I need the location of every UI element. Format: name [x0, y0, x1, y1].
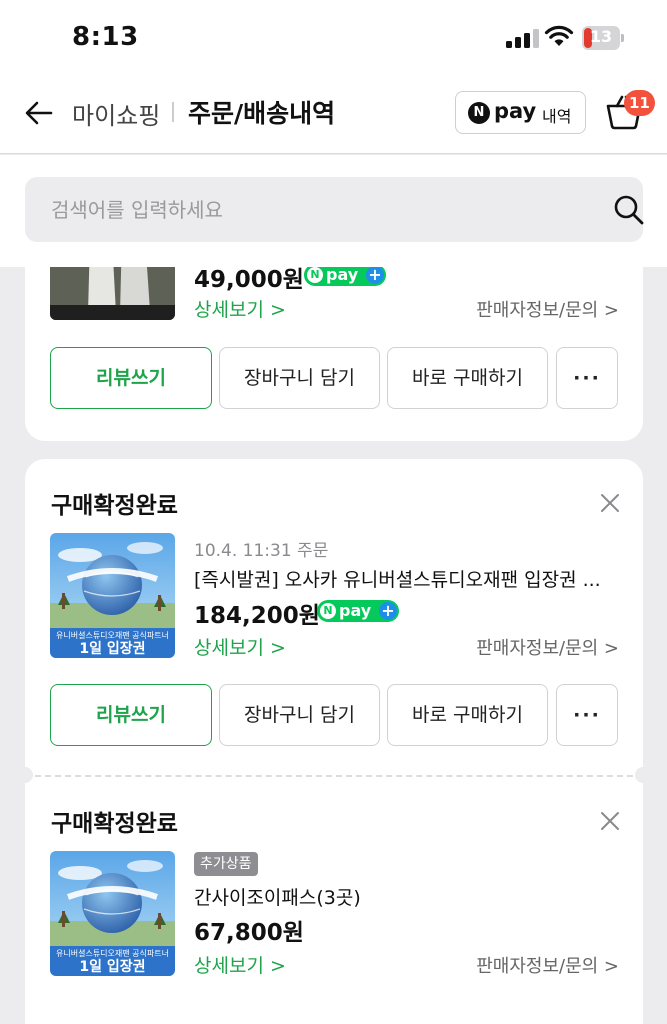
- npay-plus-badge: N pay +: [317, 600, 399, 622]
- wifi-icon: [544, 25, 574, 46]
- npay-plus-badge: N pay +: [304, 267, 386, 286]
- product-name[interactable]: [즉시발권] 오사카 유니버셜스튜디오재팬 입장권 ...: [194, 565, 601, 592]
- seller-info-link[interactable]: 판매자정보/문의 >: [476, 634, 619, 660]
- status-time: 8:13: [72, 22, 139, 52]
- battery-icon: 13: [582, 26, 624, 50]
- detail-link[interactable]: 상세보기 >: [194, 633, 286, 660]
- add-on-tag: 추가상품: [194, 852, 258, 876]
- order-card: 구매확정완료 유니버셜스튜디오재팬 공식파트너 1일 입장권 10.4. 11:…: [25, 459, 643, 1024]
- seller-info-link[interactable]: 판매자정보/문의 >: [476, 952, 619, 978]
- order-date: 10.4. 11:31 주문: [194, 541, 329, 561]
- seller-info-link[interactable]: 판매자정보/문의 >: [476, 296, 619, 322]
- plus-icon: +: [366, 267, 384, 284]
- cellular-signal-icon: [506, 28, 540, 48]
- write-review-button[interactable]: 리뷰쓰기: [50, 347, 212, 409]
- npay-logo-icon: N: [468, 102, 490, 124]
- order-status-title: 구매확정완료: [51, 811, 178, 837]
- order-status-title: 구매확정완료: [51, 493, 178, 519]
- search-input[interactable]: [25, 177, 565, 242]
- search-icon[interactable]: [613, 194, 645, 226]
- npay-history-button[interactable]: N pay 내역: [455, 91, 586, 134]
- product-thumbnail[interactable]: 유니버셜스튜디오재팬 공식파트너 1일 입장권: [50, 533, 175, 658]
- app-header: 마이쇼핑 주문/배송내역 N pay 내역 11: [0, 76, 667, 154]
- arrow-left-icon[interactable]: [24, 98, 54, 128]
- dashed-divider: [25, 775, 643, 777]
- detail-link[interactable]: 상세보기 >: [194, 295, 286, 322]
- battery-level: 13: [589, 27, 613, 46]
- more-options-button[interactable]: ···: [556, 347, 618, 409]
- more-options-button[interactable]: ···: [556, 684, 618, 746]
- add-to-cart-button[interactable]: 장바구니 담기: [219, 684, 380, 746]
- search-box: [25, 177, 645, 242]
- product-price: 67,800원: [194, 920, 304, 946]
- thumbnail-caption: 유니버셜스튜디오재팬 공식파트너 1일 입장권: [50, 628, 175, 658]
- divider-notch: [25, 767, 33, 783]
- order-card: 49,000원 N pay + 상세보기 > 판매자정보/문의 > 리뷰쓰기 장…: [25, 267, 643, 441]
- search-area: [0, 155, 667, 267]
- buy-now-button[interactable]: 바로 구매하기: [387, 347, 548, 409]
- breadcrumb-separator: [172, 102, 174, 122]
- close-icon[interactable]: [599, 810, 621, 832]
- add-to-cart-button[interactable]: 장바구니 담기: [219, 347, 380, 409]
- divider-notch: [635, 767, 643, 783]
- breadcrumb-parent[interactable]: 마이쇼핑: [72, 96, 160, 131]
- product-price: 49,000원: [194, 267, 304, 293]
- product-thumbnail[interactable]: 유니버셜스튜디오재팬 공식파트너 1일 입장권: [50, 851, 175, 976]
- product-price: 184,200원: [194, 603, 320, 629]
- npay-history-label: 내역: [542, 107, 572, 126]
- thumbnail-caption: 유니버셜스튜디오재팬 공식파트너 1일 입장권: [50, 946, 175, 976]
- close-icon[interactable]: [599, 492, 621, 514]
- product-name[interactable]: 간사이조이패스(3곳): [194, 883, 361, 910]
- cart-count-badge: 11: [624, 90, 655, 116]
- buy-now-button[interactable]: 바로 구매하기: [387, 684, 548, 746]
- npay-wordmark: pay: [494, 99, 537, 123]
- page-title: 주문/배송내역: [188, 99, 336, 128]
- status-bar: 8:13 13: [0, 0, 667, 76]
- plus-icon: +: [379, 602, 397, 620]
- detail-link[interactable]: 상세보기 >: [194, 951, 286, 978]
- write-review-button[interactable]: 리뷰쓰기: [50, 684, 212, 746]
- product-thumbnail[interactable]: [50, 267, 175, 320]
